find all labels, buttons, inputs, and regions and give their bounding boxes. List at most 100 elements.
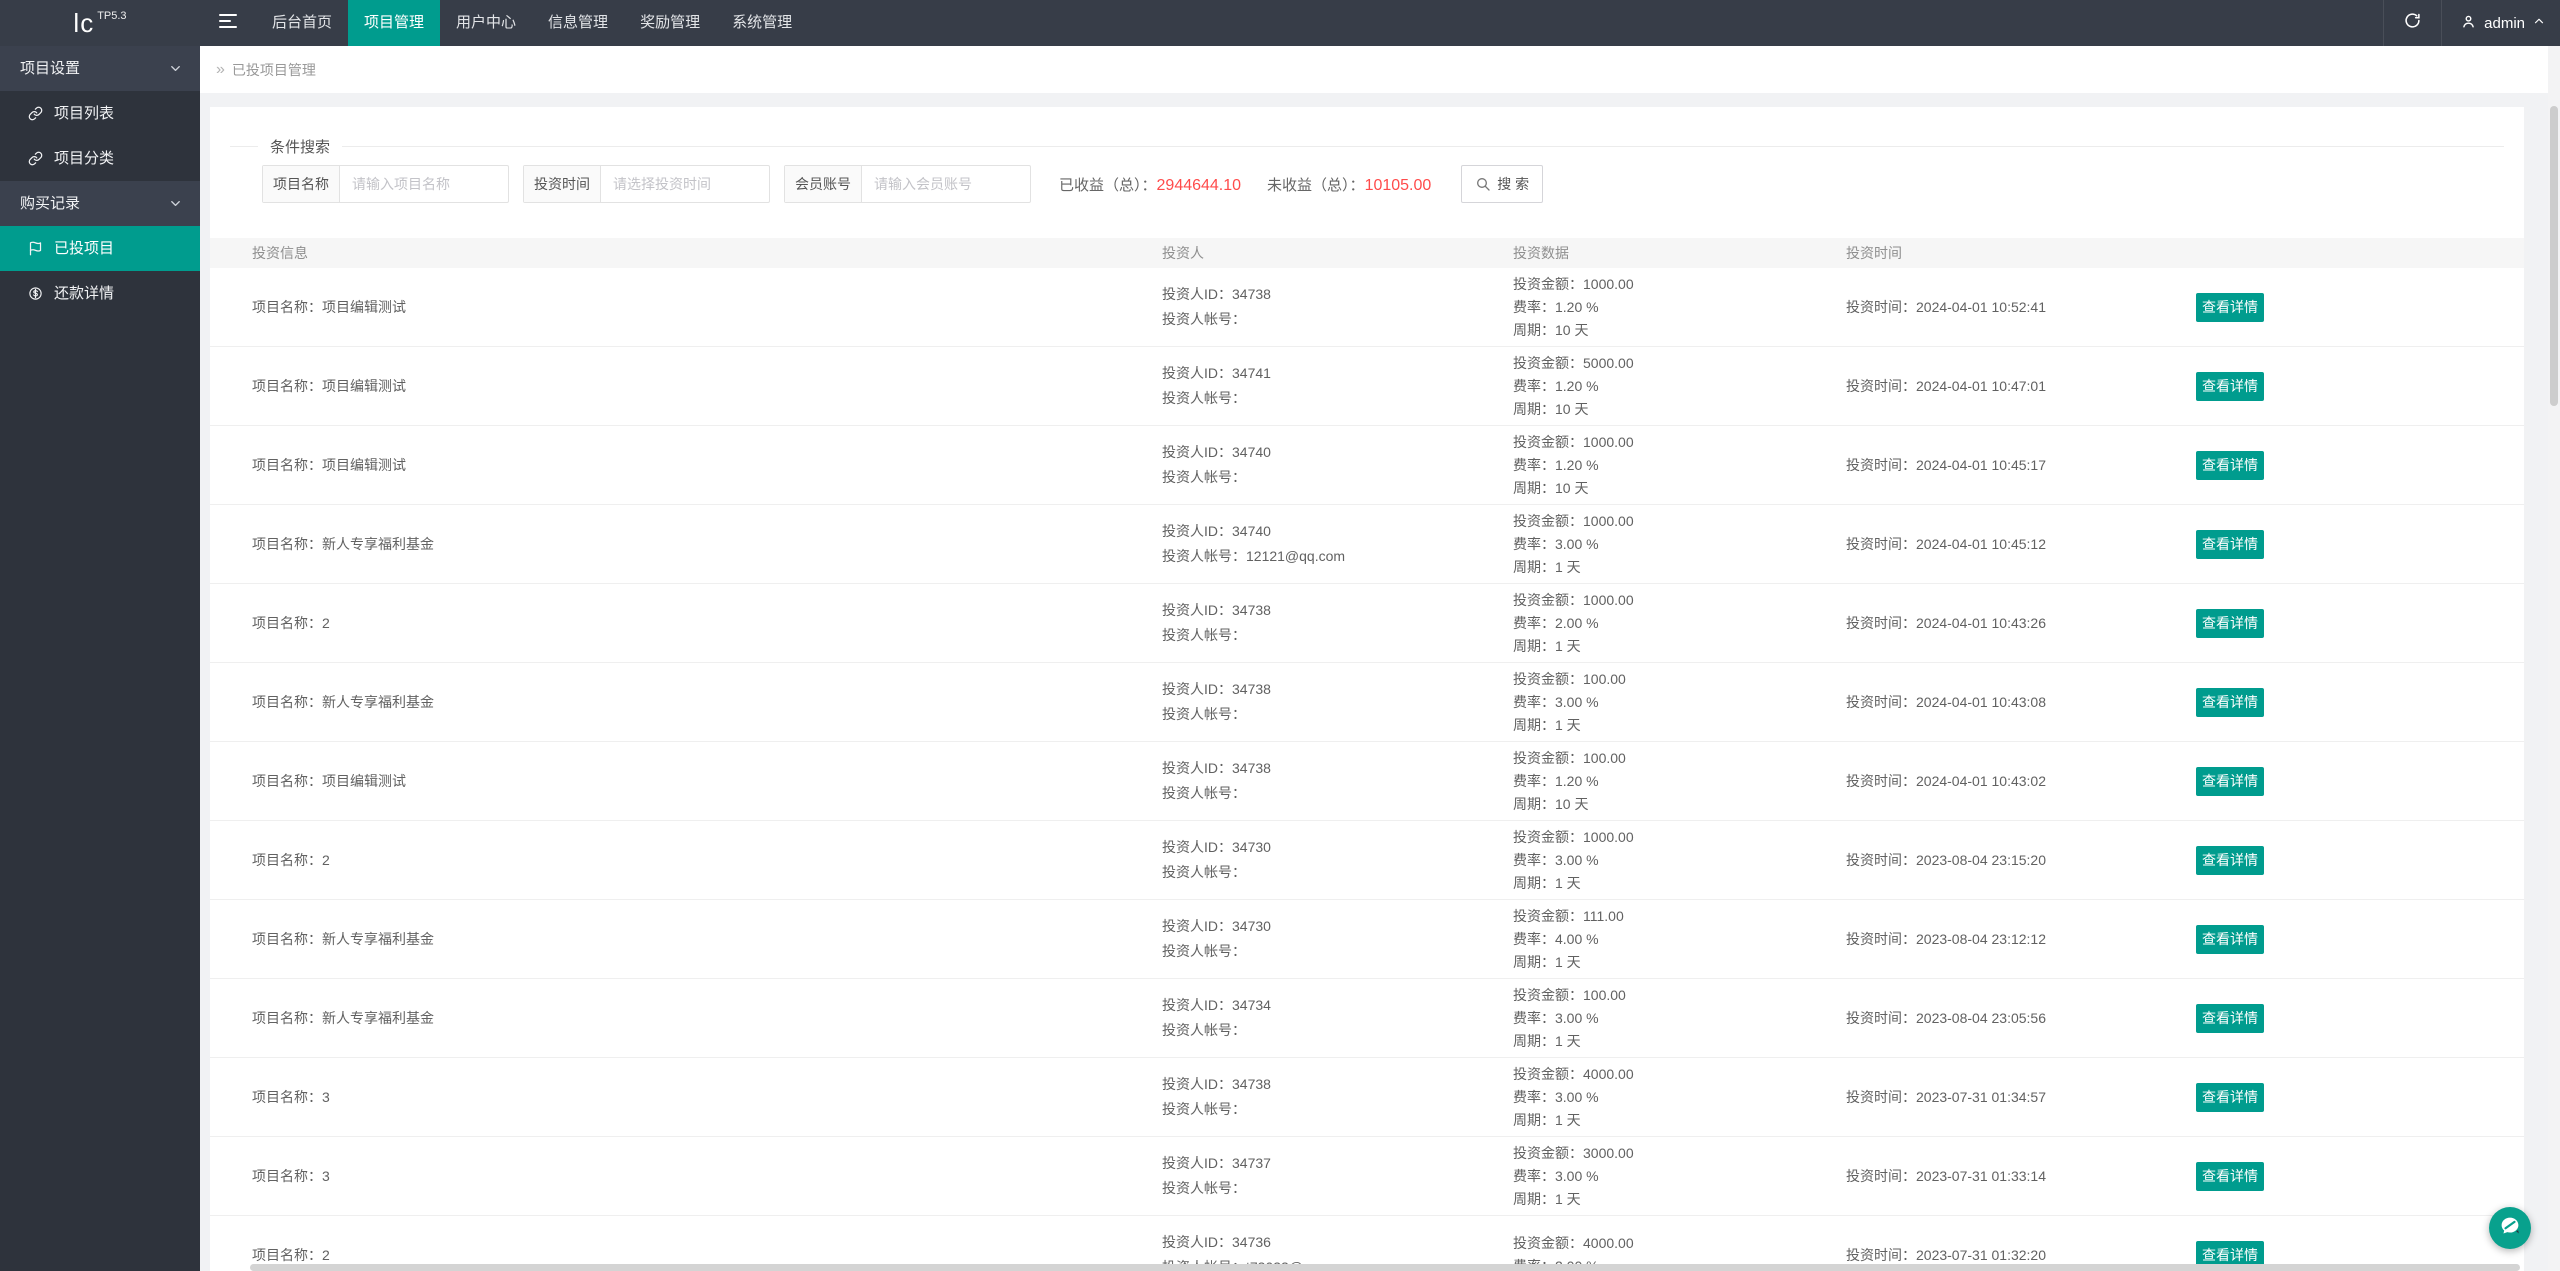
sidebar-item[interactable]: 购买记录 [0, 181, 200, 226]
view-detail-button[interactable]: 查看详情 [2196, 1161, 2264, 1191]
chat-bubble-icon [2496, 1212, 2524, 1245]
fee-rate: 费率：3.00 % [1513, 851, 1599, 868]
cycle: 周期：1 天 [1513, 874, 1581, 891]
view-detail-button[interactable]: 查看详情 [2196, 292, 2264, 322]
sidebar-item-label: 项目设置 [20, 60, 81, 77]
invest-time: 投资时间：2023-08-04 23:05:56 [1846, 1010, 2046, 1026]
fee-rate: 费率：1.20 % [1513, 377, 1599, 394]
view-detail-button[interactable]: 查看详情 [2196, 766, 2264, 796]
invest-amount: 投资金额：111.00 [1513, 907, 1624, 924]
investor-id: 投资人ID：34740 [1162, 444, 1271, 460]
search-icon [1475, 176, 1491, 192]
invest-amount: 投资金额：3000.00 [1513, 1144, 1634, 1161]
view-detail-button[interactable]: 查看详情 [2196, 1082, 2264, 1112]
invest-amount: 投资金额：100.00 [1513, 749, 1626, 766]
top-menu-item[interactable]: 系统管理 [716, 0, 808, 46]
investor-account: 投资人帐号： [1162, 1022, 1246, 1038]
investor-account: 投资人帐号： [1162, 706, 1246, 722]
top-menu-item[interactable]: 项目管理 [348, 0, 441, 46]
fee-rate: 费率：2.00 % [1513, 614, 1599, 631]
top-menu-item[interactable]: 奖励管理 [624, 0, 716, 46]
cycle: 周期：1 天 [1513, 637, 1581, 654]
vertical-scrollbar[interactable] [2548, 46, 2560, 1271]
search-button[interactable]: 搜 索 [1461, 165, 1544, 203]
investor-account: 投资人帐号： [1162, 1180, 1246, 1196]
logo-version: TP5.3 [97, 10, 127, 22]
investor-account: 投资人帐号： [1162, 785, 1246, 801]
investor-account: 投资人帐号： [1162, 627, 1246, 643]
invest-time: 投资时间：2024-04-01 10:43:08 [1846, 694, 2046, 710]
cycle: 周期：1 天 [1513, 1190, 1581, 1207]
sidebar-item[interactable]: 已投项目 [0, 226, 200, 271]
project-name: 项目名称：2 [252, 1247, 330, 1263]
view-detail-button[interactable]: 查看详情 [2196, 924, 2264, 954]
table-row: 项目名称：2 投资人ID：34730 投资人帐号： 投资金额：1000.00 费率：3.… [210, 821, 2524, 900]
view-detail-button[interactable]: 查看详情 [2196, 1003, 2264, 1033]
invest-time-field: 投资时间 [523, 165, 770, 203]
header-invest-time: 投资时间 [1846, 245, 1902, 261]
project-name-input[interactable] [340, 166, 508, 202]
project-name: 项目名称：项目编辑测试 [252, 773, 406, 789]
sidebar-item[interactable]: 项目分类 [0, 136, 200, 181]
table-row: 项目名称：新人专享福利基金 投资人ID：34734 投资人帐号： 投资金额：100.0… [210, 979, 2524, 1058]
investor-account: 投资人帐号：12121@qq.com [1162, 548, 1346, 564]
project-name: 项目名称：3 [252, 1168, 330, 1184]
refresh-button[interactable] [2383, 0, 2441, 46]
total-earned-stat: 已收益（总）：2944644.10 [1059, 174, 1241, 195]
invest-time: 投资时间：2024-04-01 10:52:41 [1846, 299, 2046, 315]
app-logo[interactable]: lc TP5.3 [0, 0, 200, 46]
total-earned-label: 已收益（总）： [1059, 176, 1157, 194]
invest-time: 投资时间：2024-04-01 10:47:01 [1846, 378, 2046, 394]
chevron-down-icon [168, 196, 184, 212]
top-menu-item[interactable]: 信息管理 [532, 0, 624, 46]
vertical-scrollbar-thumb[interactable] [2550, 106, 2558, 406]
invest-amount: 投资金额：1000.00 [1513, 591, 1634, 608]
table-row: 项目名称：项目编辑测试 投资人ID：34738 投资人帐号： 投资金额：1000.00… [210, 268, 2524, 347]
view-detail-button[interactable]: 查看详情 [2196, 687, 2264, 717]
horizontal-scrollbar-thumb[interactable] [250, 1264, 2520, 1271]
invest-time-input[interactable] [601, 166, 769, 202]
top-menu-item[interactable]: 用户中心 [440, 0, 532, 46]
main-area: 条件搜索 项目名称 投资时间 会员账号 已收益（总）：2944644.10 [200, 93, 2560, 1271]
sidebar-item[interactable]: 项目列表 [0, 91, 200, 136]
sidebar-item-label: 已投项目 [54, 240, 115, 257]
project-name: 项目名称：2 [252, 615, 330, 631]
total-earned-value: 2944644.10 [1156, 176, 1242, 194]
fee-rate: 费率：1.20 % [1513, 298, 1599, 315]
table-row: 项目名称：新人专享福利基金 投资人ID：34730 投资人帐号： 投资金额：111.0… [210, 900, 2524, 979]
invest-time: 投资时间：2023-08-04 23:15:20 [1846, 852, 2046, 868]
view-detail-button[interactable]: 查看详情 [2196, 450, 2264, 480]
project-name: 项目名称：2 [252, 852, 330, 868]
sidebar-item-label: 还款详情 [54, 285, 115, 302]
investor-id: 投资人ID：34737 [1162, 1155, 1271, 1171]
view-detail-button[interactable]: 查看详情 [2196, 845, 2264, 875]
hamburger-icon [219, 13, 237, 33]
sidebar-toggle-button[interactable] [200, 0, 256, 46]
cycle: 周期：1 天 [1513, 1111, 1581, 1128]
invest-time: 投资时间：2023-07-31 01:33:14 [1846, 1168, 2046, 1184]
search-button-label: 搜 索 [1497, 176, 1530, 192]
sidebar-item-label: 购买记录 [20, 195, 81, 212]
member-account-input[interactable] [862, 166, 1030, 202]
invest-amount: 投资金额：100.00 [1513, 670, 1626, 687]
user-menu[interactable]: admin [2441, 0, 2560, 46]
chevron-down-icon [168, 61, 184, 77]
sidebar-item[interactable]: 还款详情 [0, 271, 200, 316]
view-detail-button[interactable]: 查看详情 [2196, 608, 2264, 638]
member-account-field: 会员账号 [784, 165, 1031, 203]
table-row: 项目名称：新人专享福利基金 投资人ID：34738 投资人帐号： 投资金额：100.0… [210, 663, 2524, 742]
invest-amount: 投资金额：1000.00 [1513, 433, 1634, 450]
project-name: 项目名称：项目编辑测试 [252, 457, 406, 473]
total-unearned-stat: 未收益（总）：10105.00 [1267, 174, 1431, 195]
sidebar-item[interactable]: 项目设置 [0, 46, 200, 91]
view-detail-button[interactable]: 查看详情 [2196, 371, 2264, 401]
topbar-right: admin [2383, 0, 2560, 46]
investor-id: 投资人ID：34738 [1162, 602, 1271, 618]
top-menu-item[interactable]: 后台首页 [256, 0, 348, 46]
view-detail-button[interactable]: 查看详情 [2196, 529, 2264, 559]
investor-id: 投资人ID：34730 [1162, 918, 1271, 934]
total-unearned-label: 未收益（总）： [1267, 176, 1365, 194]
fee-rate: 费率：3.00 % [1513, 693, 1599, 710]
investor-account: 投资人帐号： [1162, 943, 1246, 959]
chat-widget-button[interactable] [2489, 1207, 2531, 1249]
